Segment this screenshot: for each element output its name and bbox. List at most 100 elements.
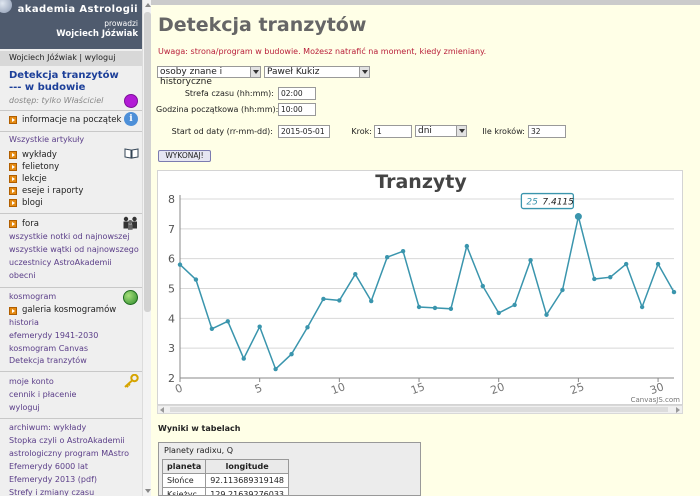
start-date-label: Start od daty (rr-mm-dd): <box>171 127 273 136</box>
user-separator: | <box>76 53 85 62</box>
archive-item[interactable]: archiwum: wykłady <box>9 423 86 432</box>
fora-item[interactable]: wszystkie notki od najnowszej <box>9 232 130 241</box>
timezone-label: Strefa czasu (hh:mm): <box>184 89 274 98</box>
kosmogram-item[interactable]: kosmogram Canvas <box>9 344 88 353</box>
gallery-link[interactable]: galeria kosmogramów <box>22 305 116 315</box>
divider <box>0 371 142 372</box>
book-icon <box>124 148 139 159</box>
data-point <box>273 366 278 372</box>
kosmogram-link[interactable]: kosmogram <box>9 292 56 301</box>
data-point <box>592 276 597 282</box>
bullet-icon <box>9 116 17 124</box>
people-icon <box>123 216 137 230</box>
data-point <box>257 324 262 329</box>
chart-scroll-thumb[interactable] <box>170 407 668 412</box>
person-select-value: Paweł Kukiz <box>267 67 320 77</box>
y-tick-label: 8 <box>168 193 175 206</box>
sidebar-scrollbar[interactable] <box>142 0 151 496</box>
data-point <box>416 304 422 310</box>
y-tick-label: 4 <box>168 312 175 325</box>
account-item[interactable]: wyloguj <box>9 403 40 412</box>
site-author: Wojciech Jóźwiak <box>56 29 138 39</box>
bullet-icon <box>9 175 17 183</box>
steps-count-input[interactable]: 32 <box>528 125 566 138</box>
site-title[interactable]: akademia Astrologii <box>12 4 138 15</box>
articles-item[interactable]: eseje i raporty <box>22 186 83 196</box>
x-tick-label: 0 <box>173 381 184 396</box>
run-button[interactable]: WYKONAJ! <box>158 150 211 162</box>
start-hour-input[interactable]: 10:00 <box>278 103 316 116</box>
all-articles-link[interactable]: Wszystkie artykuły <box>9 135 84 144</box>
chart-scrollbar[interactable] <box>157 405 683 414</box>
series-line <box>179 216 675 371</box>
user-name-link[interactable]: Wojciech Jóźwiak <box>9 53 77 62</box>
timezone-input[interactable]: 02:00 <box>278 87 316 100</box>
table-header: longitude <box>205 459 290 474</box>
articles-item[interactable]: lekcje <box>22 174 47 184</box>
data-point <box>353 271 358 277</box>
logout-link[interactable]: wyloguj <box>85 53 116 62</box>
key-icon <box>124 374 139 388</box>
x-tick-label: 15 <box>409 380 427 397</box>
divider <box>0 110 142 111</box>
x-tick-label: 10 <box>329 380 347 397</box>
articles-item[interactable]: wykłady <box>22 150 57 160</box>
archive-item[interactable]: Efemerydy 6000 lat <box>9 462 88 471</box>
divider <box>0 418 142 419</box>
archive-item[interactable]: Strefy i zmiany czasu <box>9 488 94 496</box>
account-item[interactable]: cennik i płacenie <box>9 390 76 399</box>
bullet-icon <box>9 151 17 159</box>
step-input[interactable]: 1 <box>374 125 412 138</box>
account-item[interactable]: moje konto <box>9 377 54 386</box>
data-point <box>671 289 677 295</box>
data-point <box>496 310 501 316</box>
status-dot-icon <box>124 94 138 108</box>
scroll-left-icon[interactable] <box>160 407 164 413</box>
data-point <box>193 277 199 282</box>
articles-item[interactable]: felietony <box>22 162 59 172</box>
y-tick-label: 6 <box>168 253 175 266</box>
archive-item[interactable]: Stopka czyli o AstroAkademii <box>9 436 125 445</box>
fora-item[interactable]: wszystkie wątki od najnowszego <box>9 245 139 254</box>
fora-link[interactable]: fora <box>22 219 39 229</box>
kosmogram-item[interactable]: historia <box>9 318 39 327</box>
info-icon[interactable]: i <box>124 112 138 126</box>
y-tick-label: 3 <box>168 342 175 355</box>
table-cell: Księżyc <box>161 487 207 495</box>
data-point <box>289 351 294 357</box>
fora-item[interactable]: uczestnicy AstroAkademii <box>9 258 112 267</box>
access-note: dostęp: tylko Właściciel <box>9 96 104 105</box>
category-select-value: osoby znane i historyczne <box>160 67 223 87</box>
x-tick-label: 5 <box>253 381 264 396</box>
archive-item[interactable]: Efemerydy 2013 (pdf) <box>9 475 97 484</box>
chart-credit: CanvasJS.com <box>631 396 681 404</box>
step-unit-select[interactable]: dni <box>415 125 467 137</box>
data-point <box>544 312 549 317</box>
x-tick-label: 30 <box>648 380 666 397</box>
kosmogram-item[interactable]: Detekcja tranzytów <box>9 356 87 365</box>
globe-icon <box>123 290 138 305</box>
data-point <box>639 304 645 310</box>
data-point <box>177 262 183 267</box>
kosmogram-item[interactable]: efemerydy 1941-2030 <box>9 331 98 340</box>
archive-item[interactable]: astrologiczny program MAstro <box>9 449 129 458</box>
data-point <box>464 243 470 249</box>
fora-item[interactable]: obecni <box>9 271 36 280</box>
data-point <box>305 325 310 330</box>
info-link[interactable]: informacje na początek <box>22 115 121 125</box>
data-point <box>608 274 613 280</box>
category-select[interactable]: osoby znane i historyczne <box>157 66 261 87</box>
bullet-icon <box>9 187 17 195</box>
person-select[interactable]: Paweł Kukiz <box>264 66 370 78</box>
table-row: Księżyc 129.21639276033 <box>161 487 290 495</box>
tooltip-y: 7.4115 <box>542 198 574 208</box>
bullet-icon <box>9 307 17 315</box>
table-cell: 129.21639276033 <box>205 487 290 495</box>
start-date-input[interactable]: 2015-05-01 <box>278 125 330 138</box>
chevron-down-icon <box>359 67 369 77</box>
bullet-icon <box>9 163 17 171</box>
scroll-right-icon[interactable] <box>676 407 680 413</box>
data-point <box>400 249 406 254</box>
articles-item[interactable]: blogi <box>22 198 43 208</box>
scroll-thumb[interactable] <box>144 12 151 312</box>
